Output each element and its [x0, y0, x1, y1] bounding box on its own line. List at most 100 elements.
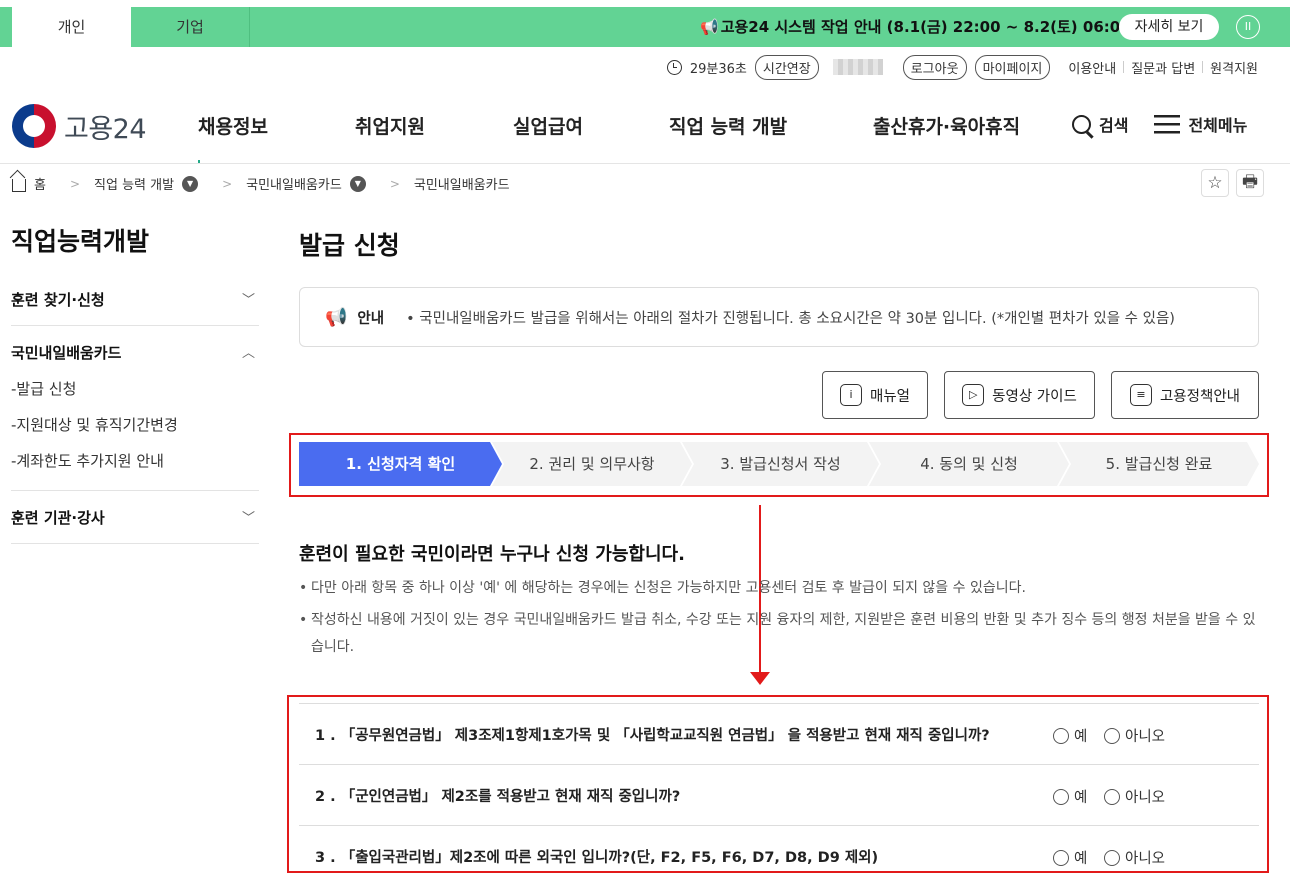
chevron-down-icon[interactable]: ▼	[182, 175, 199, 192]
print-icon[interactable]: 🖶	[1236, 169, 1264, 197]
clock-icon	[666, 59, 682, 75]
breadcrumb-level2[interactable]: 국민내일배움카드	[246, 174, 342, 193]
chevron-right-icon: >	[69, 176, 81, 191]
sidebar-title: 직업능력개발	[11, 227, 150, 256]
sidebar-item-training-search[interactable]: 훈련 찾기·신청 ﹀	[11, 289, 259, 310]
pause-icon[interactable]: II	[1236, 15, 1260, 39]
tab-personal[interactable]: 개인	[12, 7, 131, 47]
radio-circle-icon[interactable]	[1053, 727, 1069, 744]
question-text: 1 . 「공무원연금법」 제3조제1항제1호가목 및 「사립학교교직원 연금법」…	[315, 728, 990, 744]
yes-radio[interactable]: 예	[1053, 725, 1087, 746]
search-button[interactable]: 검색	[1099, 112, 1128, 136]
radio-circle-icon[interactable]	[1104, 849, 1120, 866]
sidebar-item-institutions[interactable]: 훈련 기관·강사 ﹀	[11, 507, 259, 528]
divider	[1123, 61, 1125, 73]
question-row: 3 . 「출입국관리법」제2조에 따른 외국인 입니까?(단, F2, F5, …	[299, 826, 1259, 875]
sidebar-item-label: 국민내일배움카드	[11, 344, 122, 362]
divider	[11, 490, 259, 491]
breadcrumb-level3: 국민내일배움카드	[413, 178, 510, 193]
chevron-down-icon[interactable]: ▼	[349, 175, 366, 192]
chevron-right-icon: >	[389, 176, 400, 191]
star-icon[interactable]: ☆	[1201, 169, 1229, 197]
all-menu-button[interactable]: 전체메뉴	[1188, 112, 1247, 136]
breadcrumb-level1[interactable]: 직업 능력 개발	[94, 174, 174, 193]
progress-steps: 1. 신청자격 확인 2. 권리 및 의무사항 3. 발급신청서 작성 4. 동…	[299, 442, 1259, 486]
no-radio[interactable]: 아니오	[1104, 847, 1165, 868]
yes-radio[interactable]: 예	[1053, 847, 1087, 868]
home-icon[interactable]	[12, 179, 26, 192]
extend-session-button[interactable]: 시간연장	[754, 54, 819, 80]
sidebar-item-learning-card[interactable]: 국민내일배움카드 ︿	[11, 342, 259, 363]
site-logo[interactable]: 고용24	[12, 104, 147, 148]
sidebar-sub-apply[interactable]: -발급 신청	[11, 378, 76, 399]
divider	[11, 325, 259, 326]
page-title: 발급 신청	[299, 231, 400, 260]
sidebar-sub-eligibility-change[interactable]: -지원대상 및 휴직기간변경	[11, 414, 178, 435]
header-actions: 검색 전체메뉴	[1072, 112, 1247, 136]
info-notice-box: 📢 안내 • 국민내일배움카드 발급을 위해서는 아래의 절차가 진행됩니다. …	[299, 287, 1259, 347]
utility-bar: 29분36초 시간연장 로그아웃 마이페이지 이용안내 질문과 답변 원격지원	[666, 54, 1258, 80]
taegeuk-emblem-icon	[12, 104, 56, 148]
question-text: 3 . 「출입국관리법」제2조에 따른 외국인 입니까?(단, F2, F5, …	[315, 850, 879, 866]
sidebar-sub-limit-support[interactable]: -계좌한도 추가지원 안내	[11, 450, 164, 471]
yes-radio[interactable]: 예	[1053, 786, 1087, 807]
notice-bullet: 다만 아래 항목 중 하나 이상 '예' 에 해당하는 경우에는 신청은 가능하…	[299, 575, 1261, 602]
logout-button[interactable]: 로그아웃	[902, 54, 967, 80]
breadcrumb-home[interactable]: 홈	[34, 174, 46, 193]
system-notice-text: 고용24 시스템 작업 안내 (8.1(금) 22:00 ~ 8.2(토) 06…	[720, 18, 1138, 36]
mypage-button[interactable]: 마이페이지	[974, 54, 1051, 80]
page-tools: ☆ 🖶	[1194, 169, 1264, 197]
no-radio[interactable]: 아니오	[1104, 725, 1165, 746]
document-search-icon: ≡	[1129, 384, 1152, 406]
video-guide-button-label: 동영상 가이드	[992, 388, 1077, 405]
qna-link[interactable]: 질문과 답변	[1131, 58, 1195, 77]
yes-label: 예	[1074, 851, 1088, 867]
search-icon[interactable]	[1072, 114, 1091, 134]
radio-circle-icon[interactable]	[1104, 788, 1120, 805]
notice-detail-button[interactable]: 자세히 보기	[1119, 14, 1219, 40]
book-icon: i	[839, 384, 862, 406]
yes-label: 예	[1074, 790, 1088, 806]
tab-corporate[interactable]: 기업	[131, 7, 250, 47]
divider	[1202, 61, 1204, 73]
nav-parental-leave[interactable]: 출산휴가·육아휴직	[873, 112, 1020, 139]
step-5: 5. 발급신청 완료	[1059, 442, 1259, 486]
chevron-up-icon: ︿	[241, 346, 255, 361]
no-label: 아니오	[1125, 851, 1166, 867]
annotation-arrow-head	[750, 672, 770, 685]
video-guide-button[interactable]: ▷ 동영상 가이드	[944, 371, 1095, 419]
megaphone-icon: 📢	[325, 306, 348, 328]
notice-bullet-text: 작성하신 내용에 거짓이 있는 경우 국민내일배움카드 발급 취소, 수강 또는…	[311, 612, 1256, 655]
session-timer: 29분36초	[689, 61, 747, 77]
header-divider	[0, 163, 1290, 164]
manual-button[interactable]: i 매뉴얼	[822, 371, 928, 419]
nav-job-info[interactable]: 채용정보	[198, 112, 268, 139]
step-1: 1. 신청자격 확인	[299, 442, 502, 486]
divider	[11, 543, 259, 544]
chevron-right-icon: >	[222, 176, 233, 191]
question-text: 2 . 「군인연금법」 제2조를 적용받고 현재 재직 중입니까?	[315, 789, 681, 805]
radio-circle-icon[interactable]	[1104, 727, 1120, 744]
radio-circle-icon[interactable]	[1053, 788, 1069, 805]
radio-circle-icon[interactable]	[1053, 849, 1069, 866]
top-notice-bar: 개인 기업 📢 고용24 시스템 작업 안내 (8.1(금) 22:00 ~ 8.…	[0, 7, 1290, 47]
hamburger-menu-icon[interactable]	[1154, 114, 1181, 134]
guide-link[interactable]: 이용안내	[1068, 58, 1116, 77]
nav-unemployment-benefit[interactable]: 실업급여	[513, 112, 583, 139]
chevron-down-icon: ﹀	[241, 511, 255, 526]
no-radio[interactable]: 아니오	[1104, 786, 1165, 807]
nav-vocational-development[interactable]: 직업 능력 개발	[669, 112, 787, 139]
notice-bullet: 작성하신 내용에 거짓이 있는 경우 국민내일배움카드 발급 취소, 수강 또는…	[299, 607, 1261, 661]
policy-guide-button-label: 고용정책안내	[1159, 388, 1241, 405]
step-2: 2. 권리 및 의무사항	[492, 442, 692, 486]
megaphone-icon: 📢	[700, 18, 719, 36]
play-icon: ▷	[962, 384, 985, 406]
policy-guide-button[interactable]: ≡ 고용정책안내	[1111, 371, 1259, 419]
info-text: • 국민내일배움카드 발급을 위해서는 아래의 절차가 진행됩니다. 총 소요시…	[406, 310, 1175, 327]
no-label: 아니오	[1125, 729, 1166, 745]
system-notice[interactable]: 📢 고용24 시스템 작업 안내 (8.1(금) 22:00 ~ 8.2(토) 0…	[700, 7, 1137, 47]
question-row: 1 . 「공무원연금법」 제3조제1항제1호가목 및 「사립학교교직원 연금법」…	[299, 704, 1259, 765]
manual-button-label: 매뉴얼	[869, 388, 911, 405]
nav-employment-support[interactable]: 취업지원	[355, 112, 425, 139]
remote-support-link[interactable]: 원격지원	[1210, 58, 1258, 77]
